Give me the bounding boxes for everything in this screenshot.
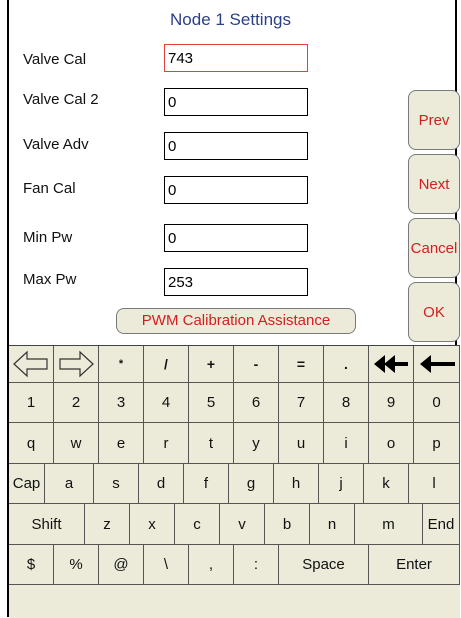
key-dollar[interactable]: $ xyxy=(9,545,54,585)
fan-cal-label: Fan Cal xyxy=(23,180,76,197)
key-plus[interactable]: + xyxy=(189,346,234,383)
key-o[interactable]: o xyxy=(369,423,414,464)
key-e[interactable]: e xyxy=(99,423,144,464)
key-v[interactable]: v xyxy=(220,504,265,545)
key-colon[interactable]: : xyxy=(234,545,279,585)
fan-cal-field[interactable] xyxy=(164,176,308,204)
arrow-left-outline-icon xyxy=(13,350,48,378)
key-c[interactable]: c xyxy=(175,504,220,545)
key-5[interactable]: 5 xyxy=(189,383,234,423)
key-asterisk[interactable]: * xyxy=(99,346,144,383)
key-w[interactable]: w xyxy=(54,423,99,464)
valve-cal-2-label: Valve Cal 2 xyxy=(23,91,99,108)
key-u[interactable]: u xyxy=(279,423,324,464)
key-6[interactable]: 6 xyxy=(234,383,279,423)
key-4[interactable]: 4 xyxy=(144,383,189,423)
key-7[interactable]: 7 xyxy=(279,383,324,423)
key-r[interactable]: r xyxy=(144,423,189,464)
key-s[interactable]: s xyxy=(94,464,139,504)
key-backspace[interactable] xyxy=(414,346,460,383)
key-at[interactable]: @ xyxy=(99,545,144,585)
valve-adv-field[interactable] xyxy=(164,132,308,160)
key-i[interactable]: i xyxy=(324,423,369,464)
key-h[interactable]: h xyxy=(274,464,319,504)
min-pw-field[interactable] xyxy=(164,224,308,252)
key-comma[interactable]: , xyxy=(189,545,234,585)
ok-button[interactable]: OK xyxy=(408,282,460,342)
key-1[interactable]: 1 xyxy=(9,383,54,423)
key-y[interactable]: y xyxy=(234,423,279,464)
key-p[interactable]: p xyxy=(414,423,460,464)
settings-screen: Node 1 Settings Valve Cal Valve Cal 2 Va… xyxy=(0,0,461,618)
key-g[interactable]: g xyxy=(229,464,274,504)
key-shift[interactable]: Shift xyxy=(9,504,85,545)
cancel-button[interactable]: Cancel xyxy=(408,218,460,278)
key-equals[interactable]: = xyxy=(279,346,324,383)
pwm-calibration-button[interactable]: PWM Calibration Assistance xyxy=(116,308,356,334)
key-2[interactable]: 2 xyxy=(54,383,99,423)
key-percent[interactable]: % xyxy=(54,545,99,585)
key-j[interactable]: j xyxy=(319,464,364,504)
key-slash[interactable]: / xyxy=(144,346,189,383)
key-0[interactable]: 0 xyxy=(414,383,460,423)
key-t[interactable]: t xyxy=(189,423,234,464)
key-enter[interactable]: Enter xyxy=(369,545,460,585)
page-title: Node 1 Settings xyxy=(170,10,291,29)
prev-button[interactable]: Prev xyxy=(408,90,460,150)
max-pw-field[interactable] xyxy=(164,268,308,296)
key-space[interactable]: Space xyxy=(279,545,369,585)
key-k[interactable]: k xyxy=(364,464,409,504)
on-screen-keyboard: * / + - = . 1 2 3 4 5 6 7 8 9 0 q w e r … xyxy=(9,345,460,618)
key-minus[interactable]: - xyxy=(234,346,279,383)
key-l[interactable]: l xyxy=(409,464,460,504)
key-m[interactable]: m xyxy=(355,504,423,545)
next-button[interactable]: Next xyxy=(408,154,460,214)
key-n[interactable]: n xyxy=(310,504,355,545)
key-end[interactable]: End xyxy=(423,504,460,545)
max-pw-label: Max Pw xyxy=(23,271,77,288)
key-z[interactable]: z xyxy=(85,504,130,545)
key-left-arrow[interactable] xyxy=(9,346,54,383)
key-b[interactable]: b xyxy=(265,504,310,545)
key-caps[interactable]: Cap xyxy=(9,464,45,504)
key-q[interactable]: q xyxy=(9,423,54,464)
double-backspace-icon xyxy=(374,355,408,373)
key-3[interactable]: 3 xyxy=(99,383,144,423)
min-pw-label: Min Pw xyxy=(23,229,73,246)
arrow-right-outline-icon xyxy=(59,350,94,378)
key-backslash[interactable]: \ xyxy=(144,545,189,585)
key-8[interactable]: 8 xyxy=(324,383,369,423)
key-x[interactable]: x xyxy=(130,504,175,545)
valve-cal-field[interactable] xyxy=(164,44,308,72)
key-delete-word[interactable] xyxy=(369,346,414,383)
backspace-arrow-icon xyxy=(419,355,455,373)
key-9[interactable]: 9 xyxy=(369,383,414,423)
valve-adv-label: Valve Adv xyxy=(23,136,89,153)
valve-cal-2-field[interactable] xyxy=(164,88,308,116)
key-d[interactable]: d xyxy=(139,464,184,504)
key-right-arrow[interactable] xyxy=(54,346,99,383)
key-period[interactable]: . xyxy=(324,346,369,383)
key-a[interactable]: a xyxy=(45,464,94,504)
valve-cal-label: Valve Cal xyxy=(23,51,87,68)
key-f[interactable]: f xyxy=(184,464,229,504)
